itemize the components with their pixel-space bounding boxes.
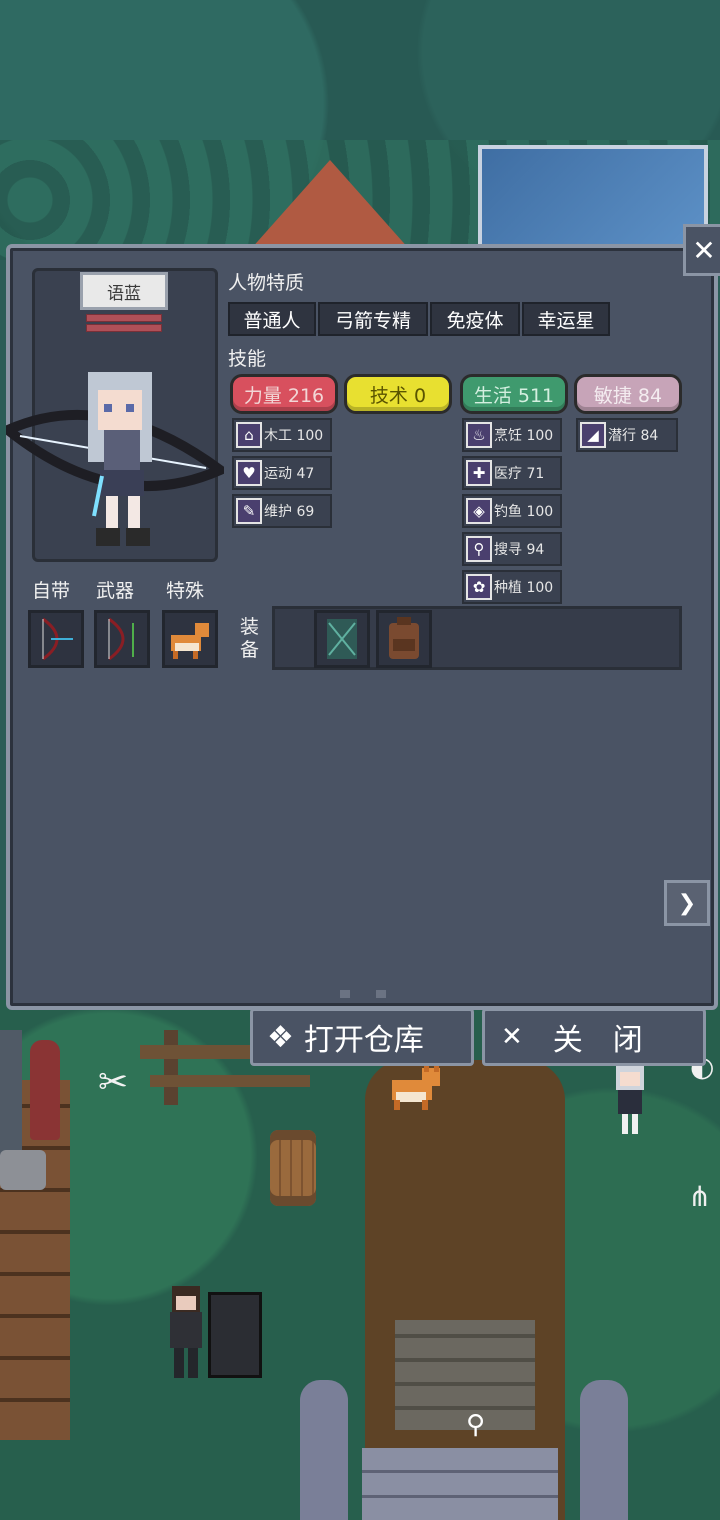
traits-title: 人物特质 xyxy=(228,272,305,294)
magnifier-icon: ⚲ xyxy=(466,536,492,562)
close-icon[interactable]: ✕ xyxy=(683,224,720,276)
house-icon: ⌂ xyxy=(236,422,262,448)
special-slot-label: 特殊 xyxy=(166,580,205,602)
sub-skill-label: 运动 47 xyxy=(264,466,315,482)
character-name[interactable]: 语蓝 xyxy=(80,272,168,310)
sub-skill-label: 木工 100 xyxy=(264,428,324,444)
backpack-icon xyxy=(389,617,419,659)
equipment-item-backpack[interactable] xyxy=(376,610,432,668)
sub-skill-searching[interactable]: ⚲ 搜寻 94 xyxy=(462,532,562,566)
plant-icon: ✿ xyxy=(466,574,492,600)
innate-slot-label: 自带 xyxy=(32,580,71,602)
corgi-dog[interactable] xyxy=(382,1062,444,1112)
sub-skill-label: 烹饪 100 xyxy=(494,428,554,444)
wooden-barrel[interactable] xyxy=(270,1130,316,1206)
stone-floor xyxy=(395,1320,535,1430)
weapon-slot[interactable] xyxy=(94,610,150,668)
sub-skill-exercise[interactable]: ♥ 运动 47 xyxy=(232,456,332,490)
stone-pillar xyxy=(300,1380,348,1520)
box-icon: ❖ xyxy=(267,1019,294,1055)
close-icon: ✕ xyxy=(501,1022,523,1052)
sub-skill-label: 种植 100 xyxy=(494,580,554,596)
rake-icon[interactable]: ⋔ xyxy=(688,1180,711,1213)
bow-icon xyxy=(108,617,134,661)
chevron-right-icon: ❯ xyxy=(677,890,697,916)
skills-title: 技能 xyxy=(228,348,267,370)
character-portrait xyxy=(6,372,224,546)
map-pin-icon[interactable]: ⚲ xyxy=(466,1410,485,1440)
cooking-pot-icon: ♨ xyxy=(466,422,492,448)
innate-slot[interactable] xyxy=(28,610,84,668)
trait-tag[interactable]: 弓箭专精 xyxy=(318,302,428,336)
armor-icon xyxy=(327,619,357,659)
equipment-item-armor[interactable] xyxy=(314,610,370,668)
skill-agility[interactable]: 敏捷 84 xyxy=(574,374,682,414)
equipment-label: 装备 xyxy=(240,616,260,661)
skill-strength[interactable]: 力量 216 xyxy=(230,374,338,414)
metal-pipe xyxy=(0,1030,22,1170)
sub-skill-cooking[interactable]: ♨ 烹饪 100 xyxy=(462,418,562,452)
fence-rail-lower xyxy=(150,1075,310,1087)
gas-tank[interactable] xyxy=(30,1040,60,1140)
fish-icon: ◈ xyxy=(466,498,492,524)
npc-girl[interactable] xyxy=(600,1060,660,1140)
sub-skill-fishing[interactable]: ◈ 钓鱼 100 xyxy=(462,494,562,528)
special-slot[interactable] xyxy=(162,610,218,668)
open-warehouse-label: 打开仓库 xyxy=(303,1023,424,1058)
sneak-icon: ◢ xyxy=(580,422,606,448)
sub-skill-carpentry[interactable]: ⌂ 木工 100 xyxy=(232,418,332,452)
page-indicator xyxy=(340,990,386,998)
open-warehouse-button[interactable]: ❖ 打开仓库 xyxy=(250,1008,474,1066)
weapon-slot-label: 武器 xyxy=(96,580,135,602)
red-roof xyxy=(250,160,410,250)
health-bar xyxy=(86,314,162,322)
stamina-bar xyxy=(86,324,162,332)
wrench-icon: ✎ xyxy=(236,498,262,524)
fence-post xyxy=(164,1030,178,1105)
anvil-hammer[interactable] xyxy=(0,1150,46,1190)
sub-skill-farming[interactable]: ✿ 种植 100 xyxy=(462,570,562,604)
trait-tag[interactable]: 幸运星 xyxy=(522,302,610,336)
next-page-button[interactable]: ❯ xyxy=(664,880,710,926)
heart-icon: ♥ xyxy=(236,460,262,486)
corgi-icon xyxy=(171,623,209,659)
trait-tag[interactable]: 免疫体 xyxy=(430,302,520,336)
close-button[interactable]: ✕ 关 闭 xyxy=(482,1008,706,1066)
skill-life[interactable]: 生活 511 xyxy=(460,374,568,414)
skill-technique[interactable]: 技术 0 xyxy=(344,374,452,414)
crossed-tools-icon[interactable]: ✂ xyxy=(98,1062,128,1103)
storage-cabinet[interactable] xyxy=(208,1292,262,1378)
close-label: 关 闭 xyxy=(552,1023,643,1058)
sub-skill-maintenance[interactable]: ✎ 维护 69 xyxy=(232,494,332,528)
stone-pillar xyxy=(580,1380,628,1520)
sub-skill-label: 维护 69 xyxy=(264,504,315,520)
stone-gate xyxy=(362,1448,558,1520)
npc-survivor[interactable] xyxy=(160,1282,212,1382)
sub-skill-label: 钓鱼 100 xyxy=(494,504,554,520)
trait-tag[interactable]: 普通人 xyxy=(228,302,316,336)
sub-skill-label: 医疗 71 xyxy=(494,466,545,482)
sub-skill-stealth[interactable]: ◢ 潜行 84 xyxy=(576,418,678,452)
bow-icon xyxy=(42,617,73,661)
sub-skill-label: 潜行 84 xyxy=(608,428,659,444)
sub-skill-medical[interactable]: ✚ 医疗 71 xyxy=(462,456,562,490)
sub-skill-label: 搜寻 94 xyxy=(494,542,545,558)
medkit-icon: ✚ xyxy=(466,460,492,486)
